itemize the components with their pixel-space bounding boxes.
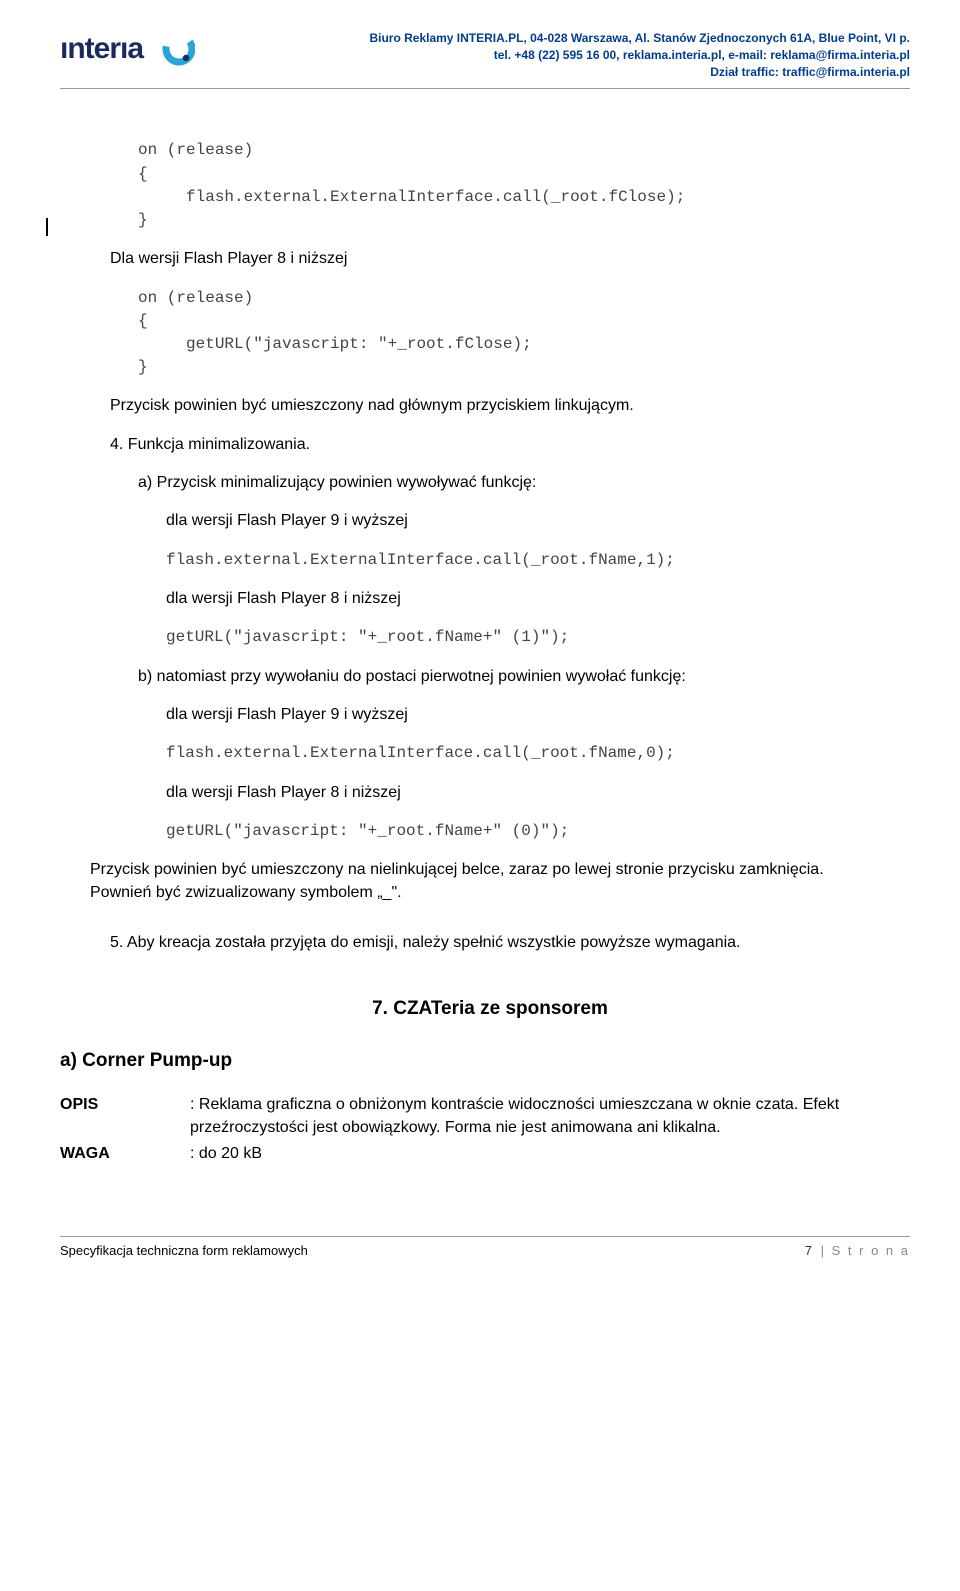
item-4a: a) Przycisk minimalizujący powinien wywo… — [110, 472, 870, 494]
subheading-a-corner-pumpup: a) Corner Pump-up — [60, 1050, 870, 1072]
para-flash8-lower-2: dla wersji Flash Player 8 i niższej — [110, 588, 870, 610]
page-word: S t r o n a — [832, 1243, 910, 1258]
para-flash8-lower-3: dla wersji Flash Player 8 i niższej — [110, 782, 870, 804]
waga-value: : do 20 kB — [190, 1143, 870, 1165]
header-line-3: Dział traffic: traffic@firma.interia.pl — [203, 64, 910, 81]
page-header: ınterıa Biuro Reklamy INTERIA.PL, 04-028… — [60, 30, 910, 80]
code-block-1: on (release) { flash.external.ExternalIn… — [110, 139, 870, 232]
page-sep: | — [815, 1243, 832, 1258]
para-button-placement-1: Przycisk powinien być umieszczony nad gł… — [110, 395, 870, 417]
code-block-6: getURL("javascript: "+_root.fName+" (0)"… — [110, 820, 870, 843]
header-divider — [60, 88, 910, 89]
opis-label: OPIS — [60, 1094, 190, 1139]
waga-label: WAGA — [60, 1143, 190, 1165]
item-4-minimize: 4. Funkcja minimalizowania. — [110, 434, 870, 456]
code-block-4: getURL("javascript: "+_root.fName+" (1)"… — [110, 626, 870, 649]
para-button-placement-2: Przycisk powinien być umieszczony na nie… — [90, 859, 870, 904]
para-flash9-higher-1: dla wersji Flash Player 9 i wyższej — [110, 510, 870, 532]
item-5-acceptance: 5. Aby kreacja została przyjęta do emisj… — [110, 932, 870, 954]
item-4b: b) natomiast przy wywołaniu do postaci p… — [110, 666, 870, 688]
para-flash8-lower-1: Dla wersji Flash Player 8 i niższej — [110, 248, 870, 270]
document-body: on (release) { flash.external.ExternalIn… — [60, 139, 910, 1165]
page-num: 7 — [805, 1243, 812, 1258]
definition-opis: OPIS : Reklama graficzna o obniżonym kon… — [60, 1094, 870, 1139]
footer-doc-title: Specyfikacja techniczna form reklamowych — [60, 1243, 308, 1258]
header-contact-info: Biuro Reklamy INTERIA.PL, 04-028 Warszaw… — [203, 30, 910, 80]
text-cursor — [46, 218, 48, 236]
interia-logo: ınterıa — [60, 30, 195, 73]
opis-value: : Reklama graficzna o obniżonym kontraśc… — [190, 1094, 870, 1139]
code-block-3: flash.external.ExternalInterface.call(_r… — [110, 549, 870, 572]
heading-7-czateria: 7. CZATeria ze sponsorem — [110, 998, 870, 1020]
code-block-5: flash.external.ExternalInterface.call(_r… — [110, 742, 870, 765]
svg-text:ınterıa: ınterıa — [60, 32, 144, 65]
page-footer: Specyfikacja techniczna form reklamowych… — [60, 1236, 910, 1258]
header-line-1: Biuro Reklamy INTERIA.PL, 04-028 Warszaw… — [203, 30, 910, 47]
definition-waga: WAGA : do 20 kB — [60, 1143, 870, 1165]
header-line-2: tel. +48 (22) 595 16 00, reklama.interia… — [203, 47, 910, 64]
footer-page-number: 7 | S t r o n a — [805, 1243, 910, 1258]
para-flash9-higher-2: dla wersji Flash Player 9 i wyższej — [110, 704, 870, 726]
code-block-2: on (release) { getURL("javascript: "+_ro… — [110, 287, 870, 380]
